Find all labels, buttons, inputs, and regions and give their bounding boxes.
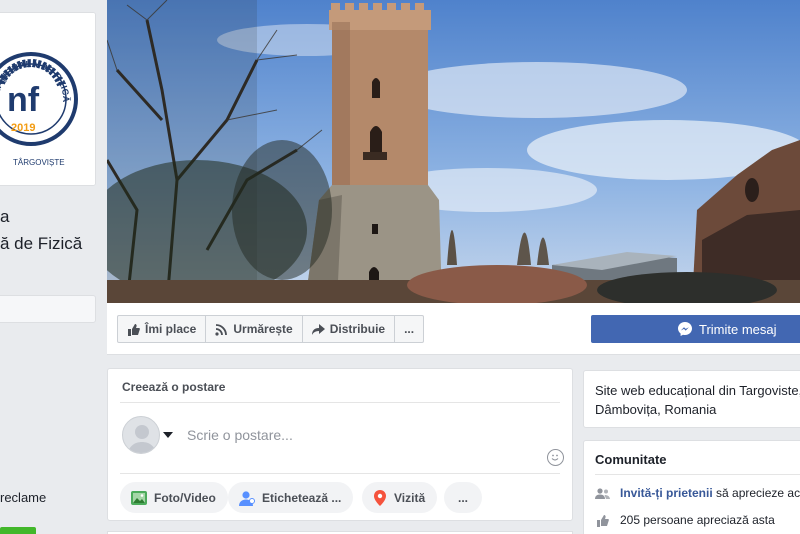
tag-friends-label: Etichetează ... bbox=[262, 490, 342, 505]
checkin-label: Vizită bbox=[394, 490, 426, 505]
share-button[interactable]: Distribuie bbox=[303, 316, 396, 342]
about-line1: Site web educațional din Targoviste, bbox=[595, 383, 800, 398]
photo-icon bbox=[131, 490, 147, 505]
checkin-button[interactable]: Vizită bbox=[362, 482, 438, 513]
logo-monogram: nf bbox=[7, 81, 40, 119]
page-title-line2: ă de Fizică bbox=[0, 234, 83, 253]
about-description: Site web educațional din Targoviste, Dâm… bbox=[595, 381, 800, 419]
emoji-icon[interactable] bbox=[547, 449, 564, 466]
cover-photo[interactable] bbox=[107, 0, 800, 303]
messenger-icon bbox=[678, 322, 692, 336]
about-line2: Dâmbovița, Romania bbox=[595, 402, 717, 417]
default-avatar-icon bbox=[128, 425, 156, 453]
share-label: Distribuie bbox=[329, 322, 386, 336]
likes-count-row: 205 persoane apreciază asta bbox=[595, 513, 775, 527]
divider bbox=[120, 402, 560, 403]
like-label: Îmi place bbox=[145, 322, 197, 336]
smiley-face-glyph bbox=[551, 454, 559, 461]
send-message-label: Trimite mesaj bbox=[699, 321, 777, 337]
create-post-card: Creează o postare Scrie o postare... Fot… bbox=[107, 368, 573, 521]
more-actions-button[interactable]: ... bbox=[395, 316, 423, 342]
likes-count-text: 205 persoane apreciază asta bbox=[620, 513, 775, 527]
people-icon bbox=[595, 487, 610, 499]
community-title[interactable]: Comunitate bbox=[595, 452, 667, 467]
divider bbox=[120, 473, 560, 474]
community-card: Comunitate Invită-ți prietenii să apreci… bbox=[583, 440, 800, 534]
page-profile-picture[interactable]: nf 2019 NAȚIONALĂ DE FIZICĂ TÂRGOVIȘTE bbox=[0, 12, 96, 186]
page-title[interactable]: a ă de Fizică bbox=[0, 203, 82, 257]
logo-city: TÂRGOVIȘTE bbox=[13, 158, 65, 167]
more-post-options-button[interactable]: ... bbox=[444, 482, 483, 513]
thumbs-up-icon bbox=[128, 323, 140, 336]
invite-friends-text: să aprecieze acea bbox=[716, 486, 800, 500]
avatar[interactable] bbox=[122, 416, 160, 454]
page-action-group: Îmi place Urmărește Distribuie ... bbox=[117, 315, 425, 343]
photo-video-label: Foto/Video bbox=[154, 490, 216, 505]
cover-photo-image bbox=[107, 0, 800, 303]
follow-button[interactable]: Urmărește bbox=[206, 316, 303, 342]
send-message-button[interactable]: Trimite mesaj bbox=[591, 315, 800, 343]
create-button[interactable] bbox=[0, 527, 36, 534]
divider bbox=[595, 474, 800, 475]
username-box[interactable] bbox=[0, 295, 96, 323]
create-post-title[interactable]: Creează o postare bbox=[122, 380, 225, 394]
tag-people-icon bbox=[239, 490, 255, 506]
tag-friends-button[interactable]: Etichetează ... bbox=[228, 482, 354, 513]
logo-year: 2019 bbox=[11, 122, 35, 134]
page-title-line1: a bbox=[0, 207, 10, 226]
page-action-bar: Îmi place Urmărește Distribuie ... Trimi… bbox=[107, 303, 800, 355]
rss-icon bbox=[215, 323, 228, 336]
chevron-down-icon[interactable] bbox=[163, 432, 173, 438]
like-button[interactable]: Îmi place bbox=[118, 316, 207, 342]
thumbs-up-icon bbox=[597, 514, 609, 527]
more-post-options-label: ... bbox=[458, 490, 469, 505]
photo-video-button[interactable]: Foto/Video bbox=[120, 482, 228, 513]
about-card: Site web educațional din Targoviste, Dâm… bbox=[583, 370, 800, 428]
share-arrow-icon bbox=[311, 323, 325, 335]
location-pin-icon bbox=[374, 489, 386, 506]
follow-label: Urmărește bbox=[233, 322, 293, 336]
more-actions-label: ... bbox=[404, 322, 415, 336]
invite-friends-link[interactable]: Invită-ți prietenii bbox=[620, 486, 713, 500]
sidebar-item-ads[interactable]: reclame bbox=[0, 490, 46, 505]
post-input[interactable]: Scrie o postare... bbox=[187, 427, 293, 443]
contest-logo-image: nf 2019 NAȚIONALĂ DE FIZICĂ TÂRGOVIȘTE bbox=[0, 13, 95, 185]
invite-friends-row: Invită-ți prietenii să aprecieze acea bbox=[595, 486, 800, 500]
